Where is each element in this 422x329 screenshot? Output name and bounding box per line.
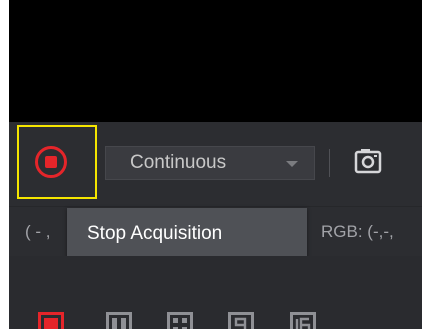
camera-viewer-app: Continuous ( - , RGB: (-,-, Stop Acquisi… [9, 0, 422, 329]
four-grid-view-icon [167, 312, 193, 329]
video-preview [9, 0, 422, 122]
layout-two-column-button[interactable] [106, 312, 132, 329]
nine-grid-view-icon [228, 312, 254, 329]
snapshot-button[interactable] [351, 144, 385, 178]
acquisition-toolbar: Continuous [9, 122, 422, 206]
layout-nine-grid-button[interactable] [228, 312, 254, 329]
layout-sixteen-grid-button[interactable] [290, 312, 316, 329]
toolbar-divider [329, 149, 330, 177]
two-column-view-icon [106, 312, 132, 329]
sixteen-grid-view-icon [290, 312, 316, 329]
acquisition-mode-select[interactable]: Continuous [105, 146, 315, 180]
layout-four-grid-button[interactable] [167, 312, 193, 329]
layout-single-view-button[interactable] [38, 312, 64, 329]
view-layout-bar [9, 256, 422, 329]
pixel-rgb-value: RGB: (-,-, [321, 222, 394, 241]
acquisition-mode-value: Continuous [130, 152, 227, 173]
stop-acquisition-tooltip: Stop Acquisition [67, 208, 307, 260]
single-view-icon [38, 312, 64, 329]
stop-record-icon [35, 146, 67, 178]
cursor-coordinates: ( - , [25, 222, 51, 241]
camera-icon [354, 149, 382, 174]
stop-acquisition-button[interactable] [34, 145, 68, 179]
chevron-down-icon [286, 161, 298, 167]
